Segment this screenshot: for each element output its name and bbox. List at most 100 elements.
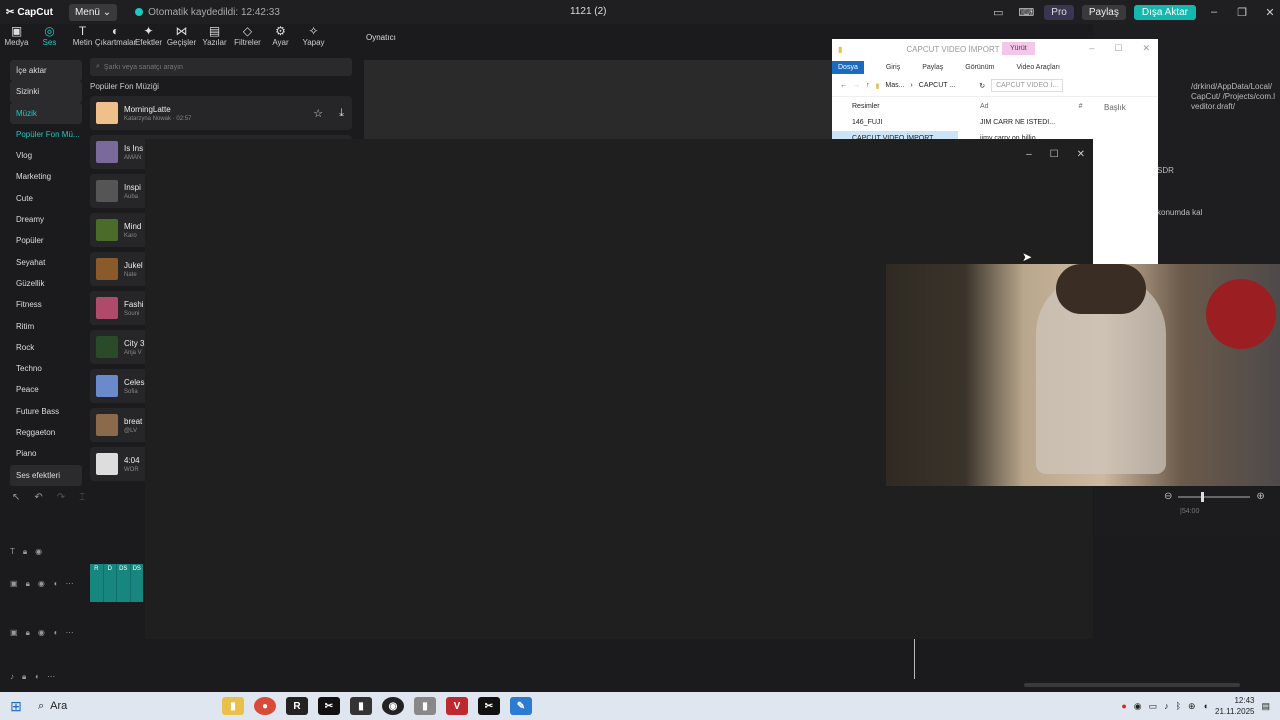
share-button[interactable]: Paylaş bbox=[1081, 4, 1126, 20]
maximize-icon[interactable]: ❐ bbox=[1232, 6, 1252, 19]
category-item[interactable]: Cute bbox=[10, 188, 82, 209]
category-item[interactable]: Popüler bbox=[10, 230, 82, 251]
nav-item-fuji[interactable]: 146_FUJI bbox=[832, 115, 958, 131]
refresh-icon[interactable]: ↻ bbox=[979, 82, 985, 90]
category-item[interactable]: Seyahat bbox=[10, 252, 82, 273]
mic-icon[interactable]: ♪ bbox=[1164, 701, 1169, 711]
ribbon-tab[interactable]: Video Araçları bbox=[1016, 64, 1059, 71]
steam-icon[interactable]: ◉ bbox=[1134, 701, 1142, 712]
lock-icon[interactable]: 🔒︎ bbox=[23, 547, 27, 557]
timeline-scrollbar[interactable] bbox=[1024, 683, 1240, 687]
explorer-minimize-icon[interactable]: – bbox=[1089, 43, 1094, 54]
audio-icon[interactable]: ◖ bbox=[53, 579, 58, 589]
lock-icon[interactable]: 🔒︎ bbox=[22, 672, 26, 682]
close-icon[interactable]: ✕ bbox=[1260, 6, 1280, 19]
tool-transition[interactable]: ⋈ Geçişler bbox=[165, 24, 198, 47]
ribbon-tab[interactable]: Görünüm bbox=[965, 64, 994, 71]
tool-audio[interactable]: ◎ Ses bbox=[33, 24, 66, 47]
col-name[interactable]: Ad bbox=[980, 99, 989, 115]
more-icon[interactable]: ⋯ bbox=[66, 628, 74, 638]
menu-button[interactable]: Menü ⌄ bbox=[68, 3, 118, 21]
clip[interactable]: D bbox=[103, 564, 116, 602]
category-item[interactable]: Dreamy bbox=[10, 209, 82, 230]
sound-search-input[interactable]: ⌕ Şarkı veya sanatçı arayın bbox=[90, 58, 352, 76]
export-button[interactable]: Dışa Aktar bbox=[1133, 4, 1196, 20]
category-item[interactable]: Ritim bbox=[10, 316, 82, 337]
category-item[interactable]: Peace bbox=[10, 379, 82, 400]
category-item[interactable]: Rock bbox=[10, 337, 82, 358]
audio-app-icon[interactable]: ▮ bbox=[414, 697, 436, 715]
category-item[interactable]: Fitness bbox=[10, 294, 82, 315]
start-icon[interactable]: ⊞ bbox=[0, 698, 32, 715]
category-item[interactable]: Ses efektleri bbox=[10, 464, 82, 486]
bluetooth-icon[interactable]: ᛒ bbox=[1176, 701, 1181, 711]
network-icon[interactable]: ⊕ bbox=[1188, 701, 1196, 712]
category-item[interactable]: İçe aktar bbox=[10, 60, 82, 82]
tab-play[interactable]: Yürüt bbox=[1002, 42, 1035, 55]
path-part-2[interactable]: CAPCUT ... bbox=[919, 82, 955, 89]
eye-icon[interactable]: ◉ bbox=[38, 579, 45, 589]
category-item[interactable]: Reggaeton bbox=[10, 422, 82, 443]
tool-filter[interactable]: ◇ Filtreler bbox=[231, 24, 264, 47]
record-icon[interactable]: ● bbox=[1121, 701, 1126, 711]
voicemod-app-icon[interactable]: V bbox=[446, 697, 468, 715]
paint-app-icon[interactable]: ✎ bbox=[510, 697, 532, 715]
nav-item-pictures[interactable]: Resimler bbox=[832, 99, 958, 115]
zoom-slider[interactable] bbox=[1178, 491, 1251, 502]
explorer-search-input[interactable]: CAPCUT VIDEO İ... bbox=[991, 79, 1064, 92]
category-item[interactable]: Sizinki bbox=[10, 81, 82, 103]
mic-app-icon[interactable]: ▮ bbox=[350, 697, 372, 715]
category-item[interactable]: Marketing bbox=[10, 166, 82, 187]
ribbon-tab[interactable]: Dosya bbox=[832, 60, 864, 74]
overlay-maximize-icon[interactable]: ☐ bbox=[1050, 149, 1059, 160]
volume-icon[interactable]: ◖ bbox=[1203, 701, 1208, 711]
clip-group[interactable]: R D DS DS bbox=[90, 564, 143, 602]
tool-captions[interactable]: ▤ Yazılar bbox=[198, 24, 231, 47]
undo-icon[interactable]: ↶ bbox=[34, 492, 42, 503]
clock[interactable]: 12:43 21.11.2025 bbox=[1215, 695, 1254, 717]
eye-icon[interactable]: ◉ bbox=[38, 628, 45, 638]
category-item[interactable]: Müzik bbox=[10, 102, 82, 124]
clip[interactable]: DS bbox=[117, 564, 130, 602]
zoom-in-icon[interactable]: ⊕ bbox=[1256, 491, 1264, 502]
lock-icon[interactable]: 🔒︎ bbox=[26, 579, 30, 589]
taskbar-search[interactable]: ⌕ Ara bbox=[32, 700, 222, 713]
path-part-1[interactable]: Mas... bbox=[885, 82, 904, 89]
zoom-out-icon[interactable]: ⊖ bbox=[1164, 491, 1172, 502]
notification-icon[interactable]: ▤ bbox=[1261, 701, 1270, 712]
tool-sticker[interactable]: ◐ Çıkartmalar bbox=[95, 24, 136, 47]
up-icon[interactable]: ↑ bbox=[866, 82, 870, 89]
favorite-icon[interactable]: ☆ bbox=[313, 107, 323, 120]
playhead[interactable] bbox=[914, 639, 915, 679]
lock-icon[interactable]: 🔒︎ bbox=[26, 628, 30, 638]
audio-icon[interactable]: ◖ bbox=[53, 628, 58, 638]
clip[interactable]: DS bbox=[130, 564, 143, 602]
back-icon[interactable]: ← bbox=[840, 82, 847, 89]
overlay-minimize-icon[interactable]: – bbox=[1026, 149, 1032, 160]
ribbon-tab[interactable]: Paylaş bbox=[922, 64, 943, 71]
chrome-app-icon[interactable]: ● bbox=[254, 697, 276, 715]
tool-adjust[interactable]: ⚙ Ayar bbox=[264, 24, 297, 47]
file-row[interactable]: JIM CARR NE ISTEDI... bbox=[980, 115, 1158, 131]
redo-icon[interactable]: ↷ bbox=[57, 492, 65, 503]
overlay-close-icon[interactable]: ✕ bbox=[1077, 149, 1085, 160]
file-explorer-app-icon[interactable]: ▮ bbox=[222, 697, 244, 715]
more-icon[interactable]: ⋯ bbox=[47, 672, 55, 682]
explorer-close-icon[interactable]: ✕ bbox=[1142, 43, 1150, 54]
capcut2-app-icon[interactable]: ✂ bbox=[478, 697, 500, 715]
col-number[interactable]: # bbox=[1079, 99, 1083, 115]
tool-media[interactable]: ▣ Medya bbox=[0, 24, 33, 47]
zoom-knob[interactable] bbox=[1201, 491, 1205, 502]
shortcut-icon[interactable]: ⌨ bbox=[1016, 6, 1036, 19]
category-item[interactable]: Güzellik bbox=[10, 273, 82, 294]
category-item[interactable]: Techno bbox=[10, 358, 82, 379]
select-tool-icon[interactable]: ↖ bbox=[12, 492, 20, 503]
category-item[interactable]: Vlog bbox=[10, 145, 82, 166]
eye-icon[interactable]: ◉ bbox=[35, 547, 42, 557]
category-item[interactable]: Piano bbox=[10, 443, 82, 464]
capcut-app-icon[interactable]: ✂ bbox=[318, 697, 340, 715]
pro-button[interactable]: Pro bbox=[1044, 4, 1074, 20]
r-app-icon[interactable]: R bbox=[286, 697, 308, 715]
col-title[interactable]: Başlık bbox=[1104, 103, 1126, 112]
category-item[interactable]: Popüler Fon Mü... bbox=[10, 124, 82, 145]
